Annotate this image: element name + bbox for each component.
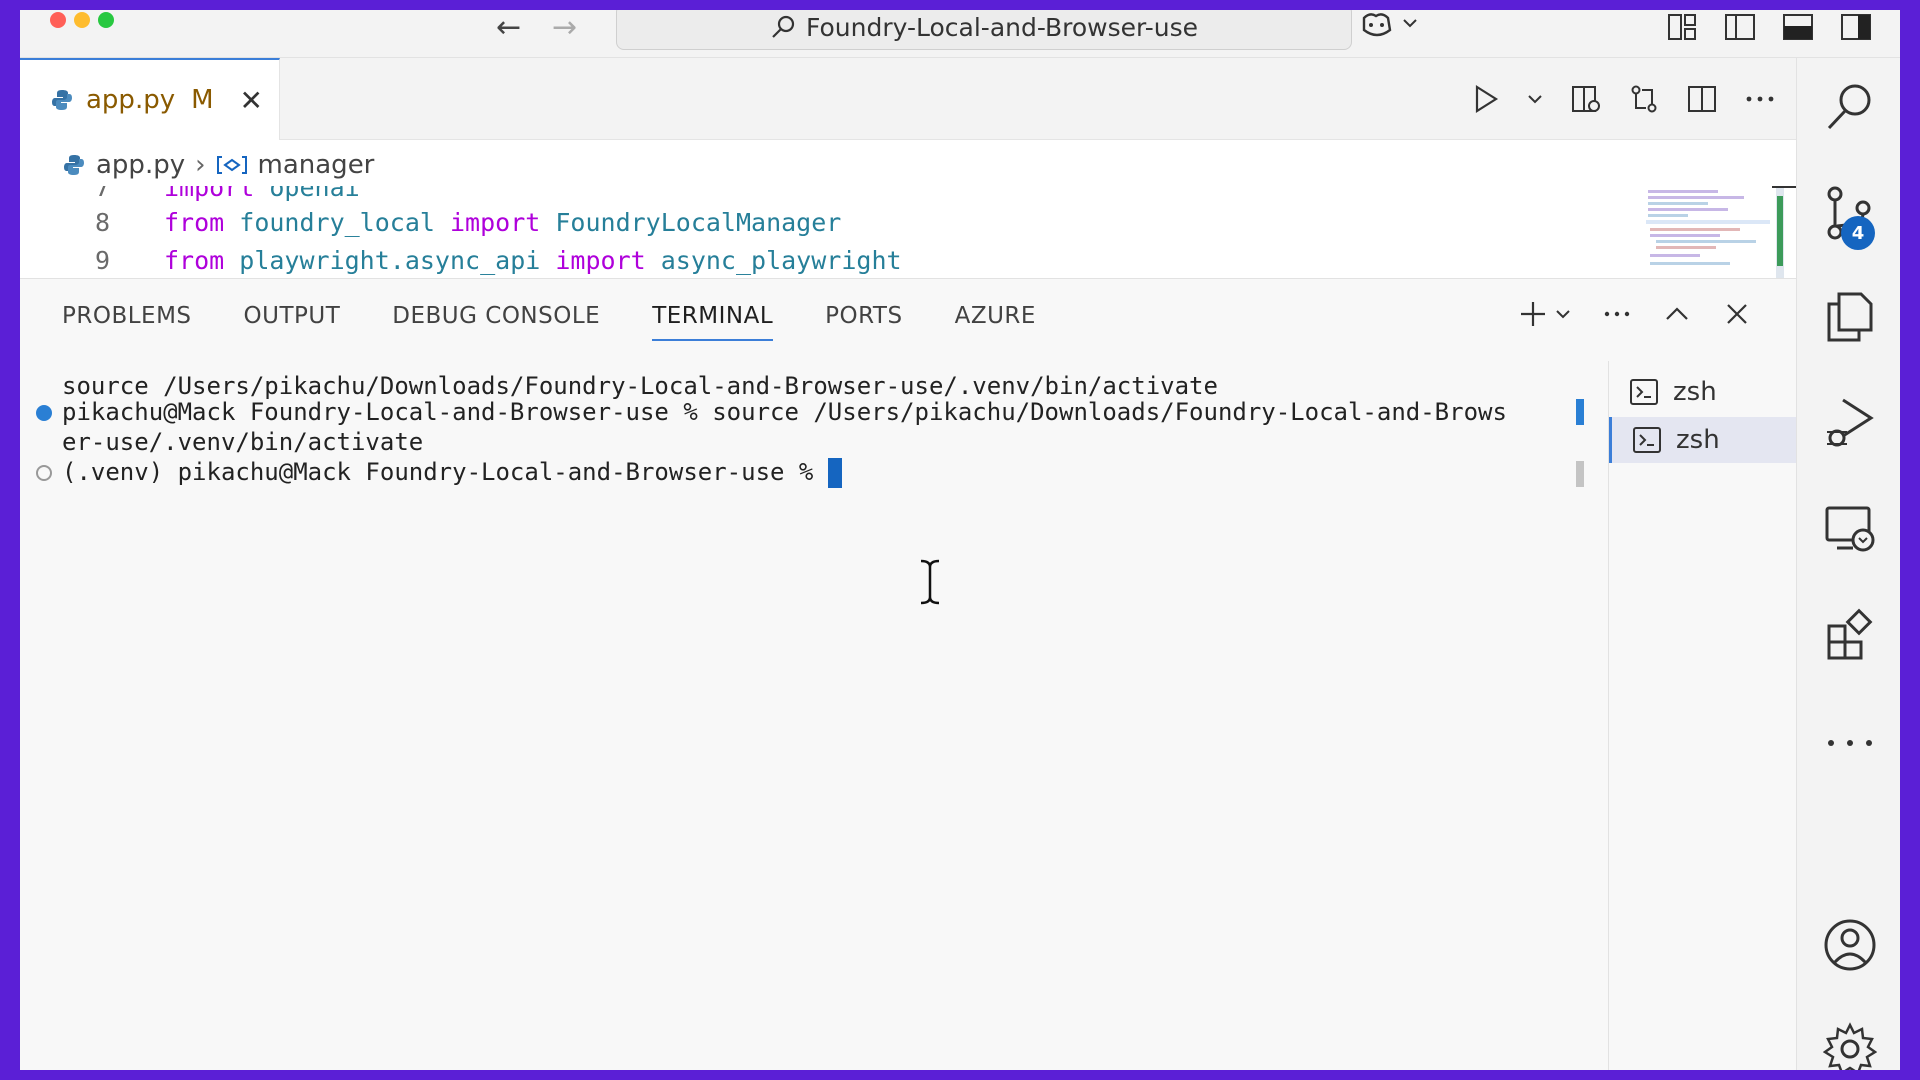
terminal-output[interactable]: source /Users/pikachu/Downloads/Foundry-… bbox=[20, 361, 1608, 1070]
terminal-icon bbox=[1633, 427, 1661, 453]
terminal-icon bbox=[1630, 379, 1658, 405]
chevron-down-icon[interactable] bbox=[1554, 299, 1572, 329]
toggle-primary-sidebar-icon[interactable] bbox=[1724, 12, 1756, 42]
tab-output[interactable]: OUTPUT bbox=[244, 303, 341, 341]
vscode-window: ← → Foundry-Local-and-Browser-use app.py… bbox=[20, 10, 1900, 1070]
keyword: import bbox=[164, 186, 255, 202]
more-actions-icon[interactable] bbox=[1744, 84, 1776, 114]
tab-debug-console[interactable]: DEBUG CONSOLE bbox=[392, 303, 600, 341]
more-views-icon[interactable] bbox=[1823, 716, 1877, 770]
tab-terminal[interactable]: TERMINAL bbox=[652, 303, 774, 341]
forward-arrow-icon[interactable]: → bbox=[552, 10, 577, 46]
command-center[interactable]: Foundry-Local-and-Browser-use bbox=[616, 10, 1352, 50]
close-window-button[interactable] bbox=[50, 12, 66, 28]
terminal-prompt: (.venv) pikachu@Mack Foundry-Local-and-B… bbox=[62, 457, 842, 488]
code-text: async_playwright bbox=[645, 245, 902, 275]
code-text: openai bbox=[254, 186, 360, 202]
command-pending-decoration-icon[interactable] bbox=[36, 465, 52, 481]
customize-layout-icon[interactable] bbox=[1666, 12, 1698, 42]
terminal-instance[interactable]: zsh bbox=[1609, 369, 1797, 415]
toggle-secondary-sidebar-icon[interactable] bbox=[1840, 12, 1872, 42]
breadcrumb-symbol[interactable]: manager bbox=[258, 150, 375, 180]
new-terminal-icon[interactable] bbox=[1518, 299, 1548, 329]
keyword: import bbox=[555, 245, 646, 275]
source-control-badge: 4 bbox=[1841, 216, 1875, 250]
settings-gear-icon[interactable] bbox=[1823, 1022, 1877, 1070]
panel-tabs: PROBLEMS OUTPUT DEBUG CONSOLE TERMINAL P… bbox=[62, 303, 1036, 341]
terminal-cursor bbox=[827, 458, 842, 488]
breadcrumb: app.py › manager bbox=[20, 140, 1796, 190]
terminal-line: pikachu@Mack Foundry-Local-and-Browser-u… bbox=[62, 398, 1507, 426]
search-icon[interactable] bbox=[1823, 80, 1877, 134]
remote-explorer-icon[interactable] bbox=[1823, 502, 1877, 556]
bottom-panel: PROBLEMS OUTPUT DEBUG CONSOLE TERMINAL P… bbox=[20, 278, 1797, 1070]
tab-problems[interactable]: PROBLEMS bbox=[62, 303, 192, 341]
chevron-down-icon[interactable] bbox=[1526, 84, 1544, 114]
search-icon bbox=[772, 15, 795, 38]
close-tab-icon[interactable]: ✕ bbox=[240, 84, 263, 117]
close-panel-icon[interactable] bbox=[1722, 299, 1752, 329]
line-number: 8 bbox=[94, 207, 110, 237]
code-text: playwright.async_api bbox=[224, 245, 556, 275]
scrollbar-marker bbox=[1576, 399, 1584, 425]
prompt-text: (.venv) pikachu@Mack Foundry-Local-and-B… bbox=[62, 458, 828, 486]
tab-filename: app.py bbox=[86, 85, 176, 115]
maximize-panel-icon[interactable] bbox=[1662, 299, 1692, 329]
back-arrow-icon[interactable]: ← bbox=[496, 10, 521, 46]
activity-bar: 4 bbox=[1796, 58, 1900, 1070]
python-file-icon bbox=[52, 90, 72, 110]
run-and-debug-icon[interactable] bbox=[1823, 396, 1877, 450]
tab-app-py[interactable]: app.py M ✕ bbox=[20, 58, 280, 140]
run-python-file-icon[interactable] bbox=[1472, 84, 1500, 114]
breadcrumb-file[interactable]: app.py bbox=[96, 150, 185, 180]
chevron-right-icon: › bbox=[195, 150, 206, 180]
python-file-icon bbox=[64, 155, 84, 175]
line-number: 9 bbox=[94, 245, 110, 275]
terminal-instance-label: zsh bbox=[1676, 425, 1720, 455]
editor-tab-bar: app.py M ✕ bbox=[20, 58, 1796, 140]
terminal-instance[interactable]: zsh bbox=[1609, 417, 1797, 463]
extensions-icon[interactable] bbox=[1823, 608, 1877, 662]
minimize-window-button[interactable] bbox=[74, 12, 90, 28]
text-cursor-icon bbox=[920, 559, 940, 605]
explorer-icon[interactable] bbox=[1823, 290, 1877, 344]
terminal-instance-label: zsh bbox=[1673, 377, 1717, 407]
code-text: FoundryLocalManager bbox=[540, 207, 842, 237]
modified-indicator: M bbox=[191, 85, 214, 115]
copilot-icon[interactable] bbox=[1360, 10, 1420, 42]
open-changes-icon[interactable] bbox=[1570, 84, 1602, 114]
code-editor[interactable]: 7 import openai 8 from foundry_local imp… bbox=[20, 186, 1796, 278]
scrollbar-thumb[interactable] bbox=[1576, 461, 1584, 487]
command-center-text: Foundry-Local-and-Browser-use bbox=[806, 12, 1198, 42]
keyword: import bbox=[450, 207, 541, 237]
code-line: 8 from foundry_local import FoundryLocal… bbox=[20, 203, 841, 241]
accounts-icon[interactable] bbox=[1823, 918, 1877, 972]
keyword: from bbox=[164, 207, 225, 237]
code-text: foundry_local bbox=[224, 207, 450, 237]
split-editor-icon[interactable] bbox=[1686, 84, 1718, 114]
title-bar: ← → Foundry-Local-and-Browser-use bbox=[20, 10, 1900, 58]
toggle-panel-icon[interactable] bbox=[1782, 12, 1814, 42]
compare-changes-icon[interactable] bbox=[1628, 84, 1660, 114]
code-line: 9 from playwright.async_api import async… bbox=[20, 241, 902, 278]
tab-ports[interactable]: PORTS bbox=[825, 303, 902, 341]
terminal-list: zsh zsh bbox=[1608, 361, 1797, 1070]
minimap[interactable] bbox=[1636, 186, 1796, 278]
command-success-decoration-icon[interactable] bbox=[36, 405, 52, 421]
zoom-window-button[interactable] bbox=[98, 12, 114, 28]
more-actions-icon[interactable] bbox=[1602, 299, 1632, 329]
variable-symbol-icon bbox=[216, 156, 247, 174]
line-number: 7 bbox=[94, 186, 110, 202]
tab-azure[interactable]: AZURE bbox=[955, 303, 1036, 341]
keyword: from bbox=[164, 245, 225, 275]
terminal-line: er-use/.venv/bin/activate bbox=[62, 428, 424, 456]
